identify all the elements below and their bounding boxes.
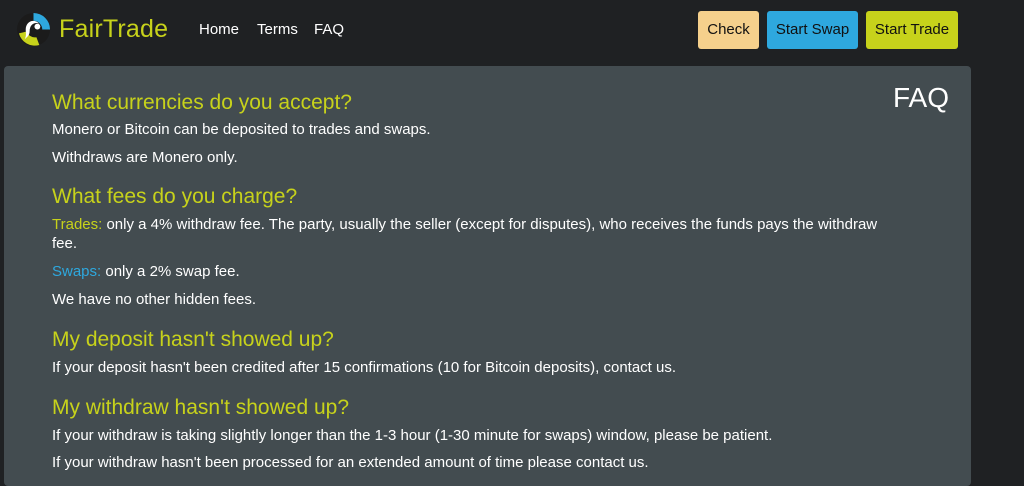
answer-fees-hidden: We have no other hidden fees. <box>52 291 257 308</box>
answer-currencies-1: Monero or Bitcoin can be deposited to tr… <box>52 121 431 138</box>
fairtrade-logo-icon[interactable] <box>16 12 51 47</box>
answer-fees-trades: Trades: only a 4% withdraw fee. The part… <box>52 215 902 253</box>
start-swap-button[interactable]: Start Swap <box>767 11 858 49</box>
question-fees: What fees do you charge? <box>52 185 298 208</box>
check-button[interactable]: Check <box>698 11 759 49</box>
answer-currencies-2: Withdraws are Monero only. <box>52 149 238 166</box>
question-currencies: What currencies do you accept? <box>52 91 352 114</box>
question-withdraw: My withdraw hasn't showed up? <box>52 396 349 419</box>
trades-label: Trades: <box>52 216 103 233</box>
question-deposit: My deposit hasn't showed up? <box>52 328 334 351</box>
trades-fee-text: only a 4% withdraw fee. The party, usual… <box>52 216 878 252</box>
answer-fees-swaps: Swaps: only a 2% swap fee. <box>52 262 902 281</box>
faq-title: FAQ <box>893 82 950 113</box>
answer-withdraw-1: If your withdraw is taking slightly long… <box>52 427 773 444</box>
brand-name[interactable]: FairTrade <box>59 14 168 44</box>
nav-terms-link[interactable]: Terms <box>257 21 298 39</box>
answer-deposit: If your deposit hasn't been credited aft… <box>52 359 677 376</box>
start-trade-button[interactable]: Start Trade <box>866 11 958 49</box>
navbar: FairTrade Home Terms FAQ Check Start Swa… <box>0 0 1024 60</box>
nav-home-link[interactable]: Home <box>199 21 239 39</box>
nav-faq-link[interactable]: FAQ <box>314 21 344 39</box>
swaps-fee-text: only a 2% swap fee. <box>101 263 240 280</box>
swaps-label: Swaps: <box>52 263 102 280</box>
answer-withdraw-2: If your withdraw hasn't been processed f… <box>52 454 649 471</box>
